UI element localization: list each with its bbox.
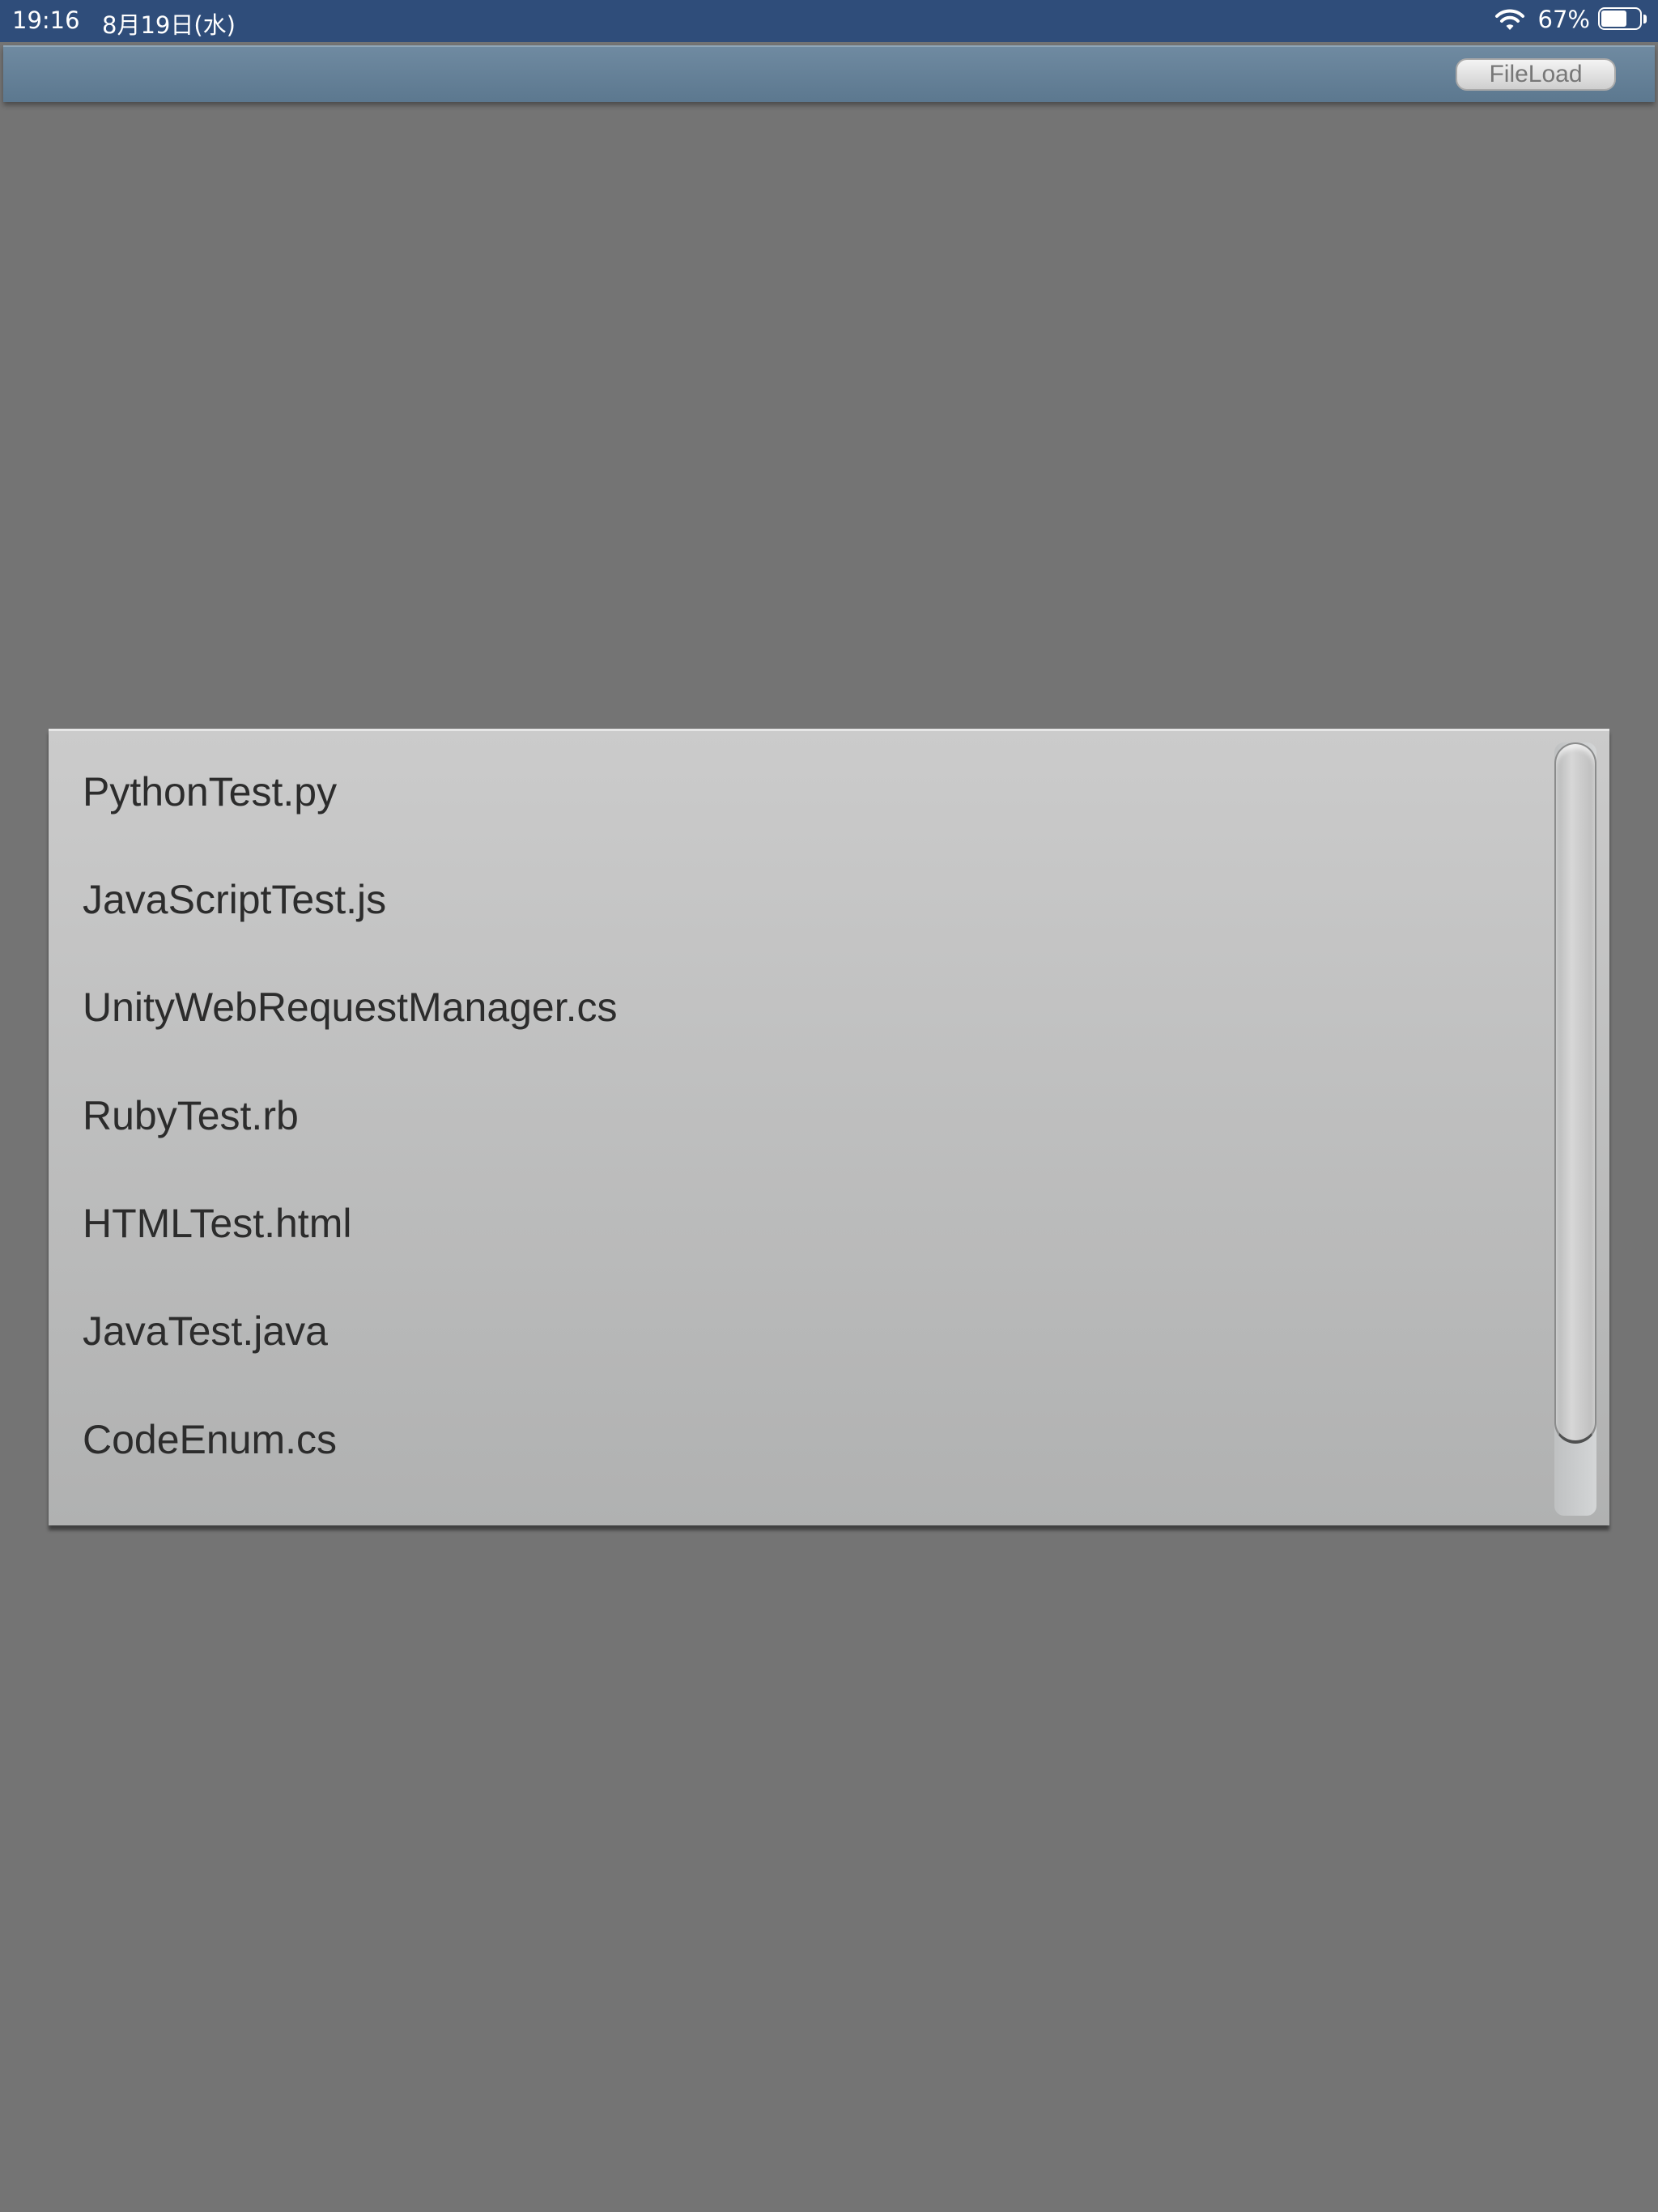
scrollbar-track[interactable] bbox=[1554, 742, 1596, 1516]
status-indicators: 67% bbox=[1494, 6, 1648, 33]
file-list: PythonTest.py JavaScriptTest.js UnityWeb… bbox=[49, 731, 1546, 1525]
fileload-button[interactable]: FileLoad bbox=[1456, 58, 1616, 91]
status-time: 19:16 bbox=[12, 6, 80, 34]
file-list-panel[interactable]: PythonTest.py JavaScriptTest.js UnityWeb… bbox=[49, 729, 1609, 1525]
status-date: 8月19日(水) bbox=[102, 11, 236, 39]
battery-fill bbox=[1601, 11, 1626, 27]
file-item-codeenum[interactable]: CodeEnum.cs bbox=[83, 1403, 1524, 1476]
file-item-unitywebrequestmanager[interactable]: UnityWebRequestManager.cs bbox=[83, 971, 1524, 1044]
wifi-icon bbox=[1494, 9, 1524, 30]
status-bar: 19:16 8月19日(水) 67% bbox=[0, 0, 1658, 42]
file-item-pythontest[interactable]: PythonTest.py bbox=[83, 755, 1524, 828]
battery-cap bbox=[1643, 15, 1647, 23]
scrollbar-thumb[interactable] bbox=[1554, 742, 1596, 1444]
battery-percent: 67% bbox=[1537, 6, 1590, 33]
file-item-htmltest[interactable]: HTMLTest.html bbox=[83, 1187, 1524, 1260]
file-item-rubytest[interactable]: RubyTest.rb bbox=[83, 1079, 1524, 1152]
file-item-javascripttest[interactable]: JavaScriptTest.js bbox=[83, 863, 1524, 936]
file-item-javatest[interactable]: JavaTest.java bbox=[83, 1295, 1524, 1368]
toolbar: FileLoad bbox=[3, 45, 1655, 102]
battery-icon bbox=[1598, 7, 1648, 32]
